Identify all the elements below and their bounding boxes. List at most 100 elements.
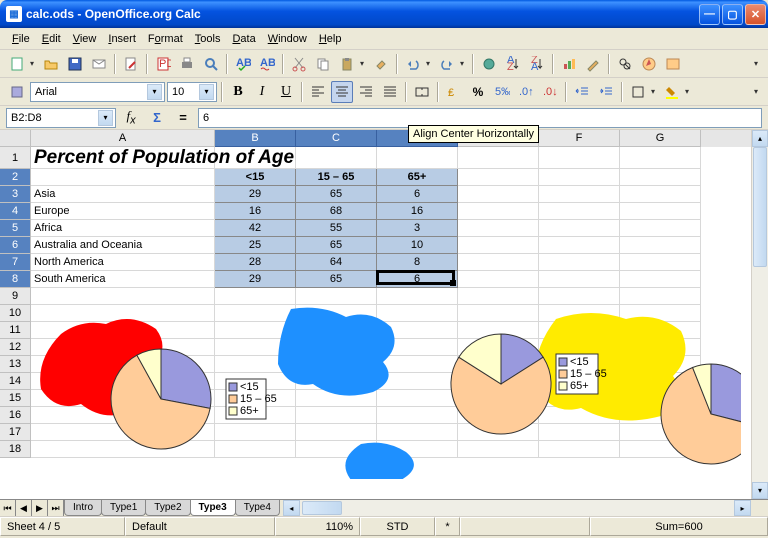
cell[interactable]: 3 <box>377 220 458 237</box>
cell[interactable]: 16 <box>215 203 296 220</box>
standard-format-button[interactable]: 5‰ <box>491 81 513 103</box>
row-header[interactable]: 7 <box>0 254 31 271</box>
cell[interactable] <box>620 186 701 203</box>
email-button[interactable] <box>88 53 110 75</box>
row-header[interactable]: 15 <box>0 390 31 407</box>
row-header[interactable]: 12 <box>0 339 31 356</box>
increase-indent-button[interactable] <box>595 81 617 103</box>
menu-file[interactable]: File <box>6 31 36 47</box>
cell[interactable] <box>296 147 377 169</box>
cell[interactable] <box>620 147 701 169</box>
menu-data[interactable]: Data <box>226 31 261 47</box>
cell[interactable]: Australia and Oceania <box>31 237 215 254</box>
styles-button[interactable] <box>6 81 28 103</box>
navigator-button[interactable] <box>638 53 660 75</box>
cell[interactable] <box>620 288 701 305</box>
paste-dropdown[interactable]: ▾ <box>360 59 368 68</box>
align-justify-button[interactable] <box>379 81 401 103</box>
cell[interactable]: 29 <box>215 271 296 288</box>
sort-asc-button[interactable]: AZ <box>502 53 524 75</box>
row-header[interactable]: 14 <box>0 373 31 390</box>
sheet-tab[interactable]: Intro <box>64 500 102 516</box>
cell[interactable] <box>539 220 620 237</box>
cell[interactable]: 55 <box>296 220 377 237</box>
maximize-button[interactable]: ▢ <box>722 4 743 25</box>
cell[interactable] <box>539 169 620 186</box>
row-header[interactable]: 4 <box>0 203 31 220</box>
cell[interactable] <box>620 220 701 237</box>
add-decimal-button[interactable]: .0↑ <box>515 81 537 103</box>
cell-reference-combo[interactable]: B2:D8▾ <box>6 108 116 128</box>
col-header-b[interactable]: B <box>215 130 296 147</box>
cell[interactable] <box>458 169 539 186</box>
col-header-f[interactable]: F <box>539 130 620 147</box>
cell[interactable]: 29 <box>215 186 296 203</box>
cell[interactable] <box>620 254 701 271</box>
cell[interactable]: 6 <box>377 186 458 203</box>
undo-dropdown[interactable]: ▾ <box>426 59 434 68</box>
cell[interactable]: Africa <box>31 220 215 237</box>
cell[interactable] <box>539 147 620 169</box>
cell[interactable] <box>539 203 620 220</box>
menu-window[interactable]: Window <box>262 31 313 47</box>
scroll-down-button[interactable]: ▾ <box>752 482 768 499</box>
col-header-g[interactable]: G <box>620 130 701 147</box>
scroll-up-button[interactable]: ▴ <box>752 130 768 147</box>
cell[interactable] <box>377 288 458 305</box>
sheet-tab[interactable]: Type2 <box>145 500 190 516</box>
cell[interactable] <box>458 288 539 305</box>
open-button[interactable] <box>40 53 62 75</box>
cell[interactable]: 15 – 65 <box>296 169 377 186</box>
cell[interactable] <box>539 186 620 203</box>
remove-decimal-button[interactable]: .0↓ <box>539 81 561 103</box>
row-header[interactable]: 13 <box>0 356 31 373</box>
tab-prev-button[interactable]: ◀ <box>16 500 32 516</box>
cell[interactable]: 8 <box>377 254 458 271</box>
hscroll-thumb[interactable] <box>302 501 342 515</box>
cell[interactable] <box>296 288 377 305</box>
col-header-a[interactable]: A <box>31 130 215 147</box>
tab-next-button[interactable]: ▶ <box>32 500 48 516</box>
cell[interactable] <box>620 203 701 220</box>
cell[interactable]: Percent of Population of Age <box>31 147 215 169</box>
select-all-corner[interactable] <box>0 130 31 147</box>
horizontal-scrollbar[interactable]: ◂ ▸ <box>283 500 751 516</box>
chart-button[interactable] <box>558 53 580 75</box>
cell[interactable] <box>539 237 620 254</box>
align-center-button[interactable] <box>331 81 353 103</box>
cell[interactable]: Europe <box>31 203 215 220</box>
cell[interactable] <box>458 254 539 271</box>
cell[interactable] <box>458 186 539 203</box>
bgcolor-button[interactable] <box>661 81 683 103</box>
gallery-button[interactable] <box>662 53 684 75</box>
new-dropdown[interactable]: ▾ <box>30 59 38 68</box>
cell[interactable] <box>620 237 701 254</box>
currency-button[interactable]: ₤ <box>443 81 465 103</box>
bgcolor-dropdown[interactable]: ▾ <box>685 87 693 96</box>
cell[interactable]: 65 <box>296 186 377 203</box>
cell[interactable] <box>539 271 620 288</box>
cell[interactable]: 65 <box>296 271 377 288</box>
row-header[interactable]: 3 <box>0 186 31 203</box>
cell[interactable]: 6 <box>377 271 458 288</box>
cell[interactable]: 16 <box>377 203 458 220</box>
edit-button[interactable] <box>120 53 142 75</box>
cell[interactable]: 25 <box>215 237 296 254</box>
borders-dropdown[interactable]: ▾ <box>651 87 659 96</box>
status-zoom[interactable]: 110% <box>275 517 360 536</box>
sheet-tab[interactable]: Type3 <box>190 500 236 516</box>
cut-button[interactable] <box>288 53 310 75</box>
font-size-combo[interactable]: 10▾ <box>167 82 217 102</box>
cell[interactable] <box>458 147 539 169</box>
cell[interactable]: Asia <box>31 186 215 203</box>
menu-edit[interactable]: Edit <box>36 31 67 47</box>
autospell-button[interactable]: ABC <box>256 53 278 75</box>
cell[interactable] <box>458 203 539 220</box>
tab-last-button[interactable]: ⏭ <box>48 500 64 516</box>
scroll-left-button[interactable]: ◂ <box>283 500 300 516</box>
function-wizard-button[interactable]: fx <box>120 107 142 129</box>
minimize-button[interactable]: — <box>699 4 720 25</box>
copy-button[interactable] <box>312 53 334 75</box>
menu-insert[interactable]: Insert <box>102 31 142 47</box>
scroll-right-button[interactable]: ▸ <box>734 500 751 516</box>
